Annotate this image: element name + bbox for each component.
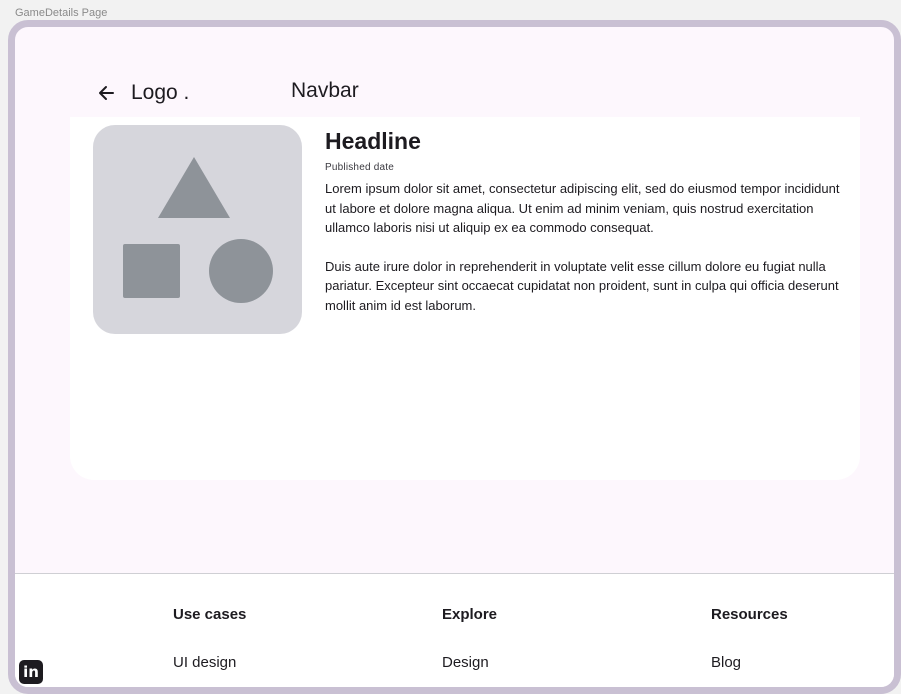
footer-heading: Use cases — [173, 606, 247, 623]
navbar-title: Navbar — [291, 79, 359, 102]
navbar: Logo . — [95, 73, 189, 113]
headline: Headline — [325, 128, 421, 154]
footer-column-explore: Explore Design — [442, 606, 497, 671]
footer-link-design[interactable]: Design — [442, 654, 497, 671]
paragraph: Lorem ipsum dolor sit amet, consectetur … — [325, 181, 840, 235]
device-frame: Logo . Navbar Headline Published date Lo… — [8, 20, 901, 694]
footer-heading: Explore — [442, 606, 498, 623]
published-date: Published date — [325, 162, 394, 173]
paragraph: Duis aute irure dolor in reprehenderit i… — [325, 258, 839, 313]
frame-label: GameDetails Page — [15, 7, 108, 19]
footer-link-ui-design[interactable]: UI design — [173, 654, 246, 671]
shapes-placeholder-icon — [93, 125, 302, 334]
detail-card: Headline Published date Lorem ipsum dolo… — [70, 117, 860, 480]
logo[interactable]: Logo . — [131, 81, 189, 105]
footer-heading: Resources — [711, 606, 788, 623]
article-body: Lorem ipsum dolor sit amet, consectetur … — [325, 179, 845, 315]
article-content: Headline Published date Lorem ipsum dolo… — [325, 126, 845, 334]
footer-link-blog[interactable]: Blog — [711, 654, 788, 671]
linkedin-icon[interactable]: in — [19, 660, 43, 684]
footer-column-use-cases: Use cases UI design — [173, 606, 246, 671]
arrow-left-icon[interactable] — [95, 82, 117, 104]
footer-column-resources: Resources Blog — [711, 606, 788, 671]
footer: Use cases UI design Explore Design Resou… — [15, 573, 894, 687]
